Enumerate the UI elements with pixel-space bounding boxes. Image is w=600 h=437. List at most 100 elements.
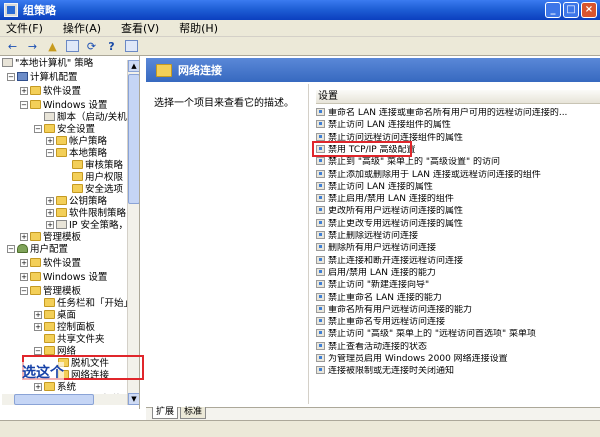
collapse-icon[interactable]: − (20, 101, 28, 109)
tree-item[interactable]: + 管理模板 (20, 232, 81, 244)
setting-row[interactable]: 禁止访问 LAN 连接的属性 (316, 181, 596, 193)
setting-row[interactable]: 连接被限制或无连接时关闭通知 (316, 366, 596, 377)
collapse-icon[interactable]: − (7, 245, 15, 253)
expand-icon[interactable]: + (34, 311, 42, 319)
setting-row[interactable]: 禁止查看活动连接的状态 (316, 341, 596, 353)
setting-icon (316, 108, 325, 116)
tree-item[interactable]: 用户权限 (72, 172, 123, 184)
minimize-button[interactable]: _ (545, 2, 561, 18)
tree-item[interactable]: + 公钥策略 (46, 196, 107, 208)
expand-icon[interactable]: + (34, 323, 42, 331)
tree-item[interactable]: 任务栏和「开始」 (44, 298, 133, 310)
setting-row[interactable]: 禁止访问 "高级" 菜单上的 "远程访问首选项" 菜单项 (316, 329, 596, 340)
tree-item[interactable]: + 系统 (34, 382, 76, 394)
up-folder-icon[interactable]: ▲ (44, 39, 61, 54)
tree-item[interactable]: − Windows 设置 (20, 100, 107, 112)
tree-item[interactable]: − 本地策略 (46, 148, 107, 160)
tree-item[interactable]: 共享文件夹 (44, 334, 105, 346)
show-hide-tree-icon[interactable] (66, 40, 79, 52)
setting-row[interactable]: 启用/禁用 LAN 连接的能力 (316, 267, 596, 279)
folder-icon (44, 310, 55, 319)
setting-icon (316, 267, 325, 276)
tab-standard[interactable]: 标准 (180, 407, 207, 419)
folder-icon (156, 63, 172, 77)
setting-row[interactable]: 重命名 LAN 连接或重命名所有用户可用的远程访问连接的... (316, 108, 596, 119)
tab-extended[interactable]: 扩展 (152, 407, 179, 419)
collapse-icon[interactable]: − (46, 149, 54, 157)
setting-icon (316, 317, 325, 326)
forward-icon[interactable]: → (24, 39, 41, 54)
maximize-button[interactable]: □ (563, 2, 579, 18)
setting-row[interactable]: 删除所有用户远程访问连接 (316, 243, 596, 254)
menu-help[interactable]: 帮助(H) (179, 20, 218, 36)
refresh-icon[interactable]: ⟳ (83, 39, 100, 54)
setting-row[interactable]: 为管理员启用 Windows 2000 网络连接设置 (316, 354, 596, 365)
setting-row[interactable]: 禁止访问 "新建连接向导" (316, 280, 596, 291)
setting-row[interactable]: 禁止访问 LAN 连接组件的属性 (316, 120, 596, 131)
close-button[interactable]: × (581, 2, 597, 18)
menu-view[interactable]: 查看(V) (121, 20, 159, 36)
collapse-icon[interactable]: − (20, 287, 28, 295)
scroll-down-icon[interactable]: ▼ (128, 393, 139, 405)
setting-row[interactable]: 禁止连接和断开连接远程访问连接 (316, 255, 596, 267)
expand-icon[interactable]: + (46, 137, 54, 145)
setting-label: 禁止重命名 LAN 连接的能力 (328, 292, 442, 303)
expand-icon[interactable]: + (46, 221, 54, 229)
policy-icon (44, 112, 55, 121)
setting-label: 重命名 LAN 连接或重命名所有用户可用的远程访问连接的... (328, 108, 568, 118)
setting-label: 禁止到 "高级" 菜单上的 "高级设置" 的访问 (328, 157, 501, 168)
tree-item[interactable]: "本地计算机" 策略 (2, 58, 93, 70)
tree-item[interactable]: + 帐户策略 (46, 136, 107, 148)
h-scroll-thumb[interactable] (14, 394, 94, 405)
tree-vertical-scrollbar[interactable]: ▲ ▼ (127, 60, 139, 405)
tree-item[interactable]: + 软件设置 (20, 86, 81, 98)
settings-column-header[interactable]: 设置 (316, 90, 600, 104)
menu-file[interactable]: 文件(F) (6, 20, 43, 36)
expand-icon[interactable]: + (20, 259, 28, 267)
properties-icon[interactable] (125, 40, 138, 52)
highlight-tcpip-setting (312, 141, 412, 157)
setting-row[interactable]: 禁止更改专用远程访问连接的属性 (316, 218, 596, 230)
tree-item[interactable]: − 用户配置 (7, 244, 68, 256)
expand-icon[interactable]: + (20, 87, 28, 95)
tree-item[interactable]: + Windows 设置 (20, 272, 107, 284)
setting-row[interactable]: 禁止启用/禁用 LAN 连接的组件 (316, 194, 596, 205)
setting-row[interactable]: 禁止到 "高级" 菜单上的 "高级设置" 的访问 (316, 157, 596, 168)
setting-row[interactable]: 重命名所有用户远程访问连接的能力 (316, 304, 596, 316)
back-icon[interactable]: ← (4, 39, 21, 54)
expand-icon[interactable]: + (20, 233, 28, 241)
tree-item[interactable]: + 软件设置 (20, 258, 81, 270)
tree-item[interactable]: + 软件限制策略 (46, 208, 126, 220)
tree-item[interactable]: 脚本（启动/关机 (44, 112, 127, 124)
help-icon[interactable]: ? (103, 39, 120, 54)
expand-icon[interactable]: + (20, 273, 28, 281)
collapse-icon[interactable]: − (7, 73, 15, 81)
setting-row[interactable]: 禁止重命名 LAN 连接的能力 (316, 292, 596, 304)
menu-action[interactable]: 操作(A) (63, 20, 101, 36)
collapse-icon[interactable]: − (34, 347, 42, 355)
tree-item[interactable]: − 安全设置 (34, 124, 95, 136)
tree-item[interactable]: + IP 安全策略， (46, 220, 128, 232)
scroll-thumb[interactable] (128, 74, 139, 204)
tree-item-label: 管理模板 (43, 286, 82, 297)
tree-horizontal-scrollbar[interactable] (2, 394, 127, 405)
expand-icon[interactable]: + (34, 383, 42, 391)
tree-item[interactable]: + 桌面 (34, 310, 76, 322)
tree-item-label: 软件设置 (43, 258, 82, 269)
expand-icon[interactable]: + (46, 209, 54, 217)
tree-item[interactable]: + 控制面板 (34, 322, 95, 334)
tree-item[interactable]: 审核策略 (72, 160, 123, 172)
setting-icon (316, 341, 325, 350)
collapse-icon[interactable]: − (34, 125, 42, 133)
setting-row[interactable]: 禁止删除远程访问连接 (316, 231, 596, 242)
setting-row[interactable]: 禁止添加或删除用于 LAN 连接或远程访问连接的组件 (316, 169, 596, 181)
setting-row[interactable]: 禁止重命名专用远程访问连接 (316, 317, 596, 328)
tree-item[interactable]: − 管理模板 (20, 286, 81, 298)
scroll-up-icon[interactable]: ▲ (128, 60, 139, 72)
expand-icon[interactable]: + (46, 197, 54, 205)
tree-item[interactable]: 安全选项 (72, 184, 123, 196)
setting-label: 禁止访问 LAN 连接的属性 (328, 181, 433, 192)
setting-row[interactable]: 更改所有用户远程访问连接的属性 (316, 206, 596, 217)
folder-icon (56, 148, 67, 157)
tree-item[interactable]: − 计算机配置 (7, 72, 78, 84)
